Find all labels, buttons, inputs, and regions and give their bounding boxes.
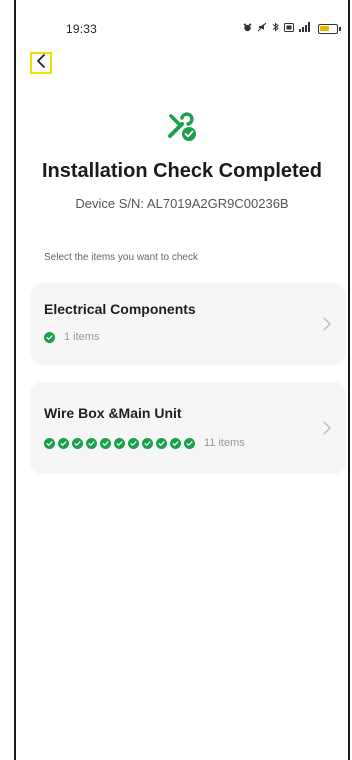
card-title: Wire Box &Main Unit	[44, 405, 182, 421]
device-serial: Device S/N: AL7019A2GR9C00236B	[75, 196, 289, 211]
item-count: 11 items	[204, 437, 245, 449]
check-circle-icon	[44, 437, 55, 449]
check-circle-icon	[184, 437, 195, 449]
bluetooth-icon	[272, 22, 279, 35]
check-circle-icon	[170, 437, 181, 449]
card-wire-box-main-unit[interactable]: Wire Box &Main Unit 11 items	[30, 382, 346, 474]
check-circle-icon	[114, 437, 125, 449]
check-circle-icon	[128, 437, 139, 449]
check-circle-icon	[44, 331, 55, 343]
alarm-icon	[243, 23, 252, 35]
card-title: Electrical Components	[44, 301, 196, 317]
app-screen: 19:33 Installation Check Completed Devic…	[14, 0, 350, 760]
signal-icon	[299, 22, 313, 35]
check-circle-icon	[86, 437, 97, 449]
mute-icon	[257, 22, 267, 35]
battery-icon	[318, 23, 341, 34]
section-hint: Select the items you want to check	[44, 252, 198, 263]
check-circle-icon	[142, 437, 153, 449]
check-circle-icon	[72, 437, 83, 449]
status-bar: 19:33	[16, 0, 348, 48]
check-list: 1 items	[44, 331, 99, 343]
check-circle-icon	[58, 437, 69, 449]
status-icons	[243, 22, 341, 35]
chevron-right-icon	[322, 421, 332, 435]
check-circle-icon	[156, 437, 167, 449]
status-time: 19:33	[66, 22, 98, 36]
card-electrical-components[interactable]: Electrical Components 1 items	[30, 283, 346, 365]
battery-level-fill	[320, 25, 329, 31]
item-count: 1 items	[64, 331, 100, 343]
check-list: 11 items	[44, 437, 245, 449]
check-circle-icon	[100, 437, 111, 449]
chevron-right-icon	[322, 317, 332, 331]
sim-icon	[284, 22, 294, 35]
chevron-left-icon	[36, 53, 46, 73]
back-button[interactable]	[30, 52, 52, 74]
tools-check-icon	[164, 108, 200, 144]
page-title: Installation Check Completed	[41, 160, 323, 182]
